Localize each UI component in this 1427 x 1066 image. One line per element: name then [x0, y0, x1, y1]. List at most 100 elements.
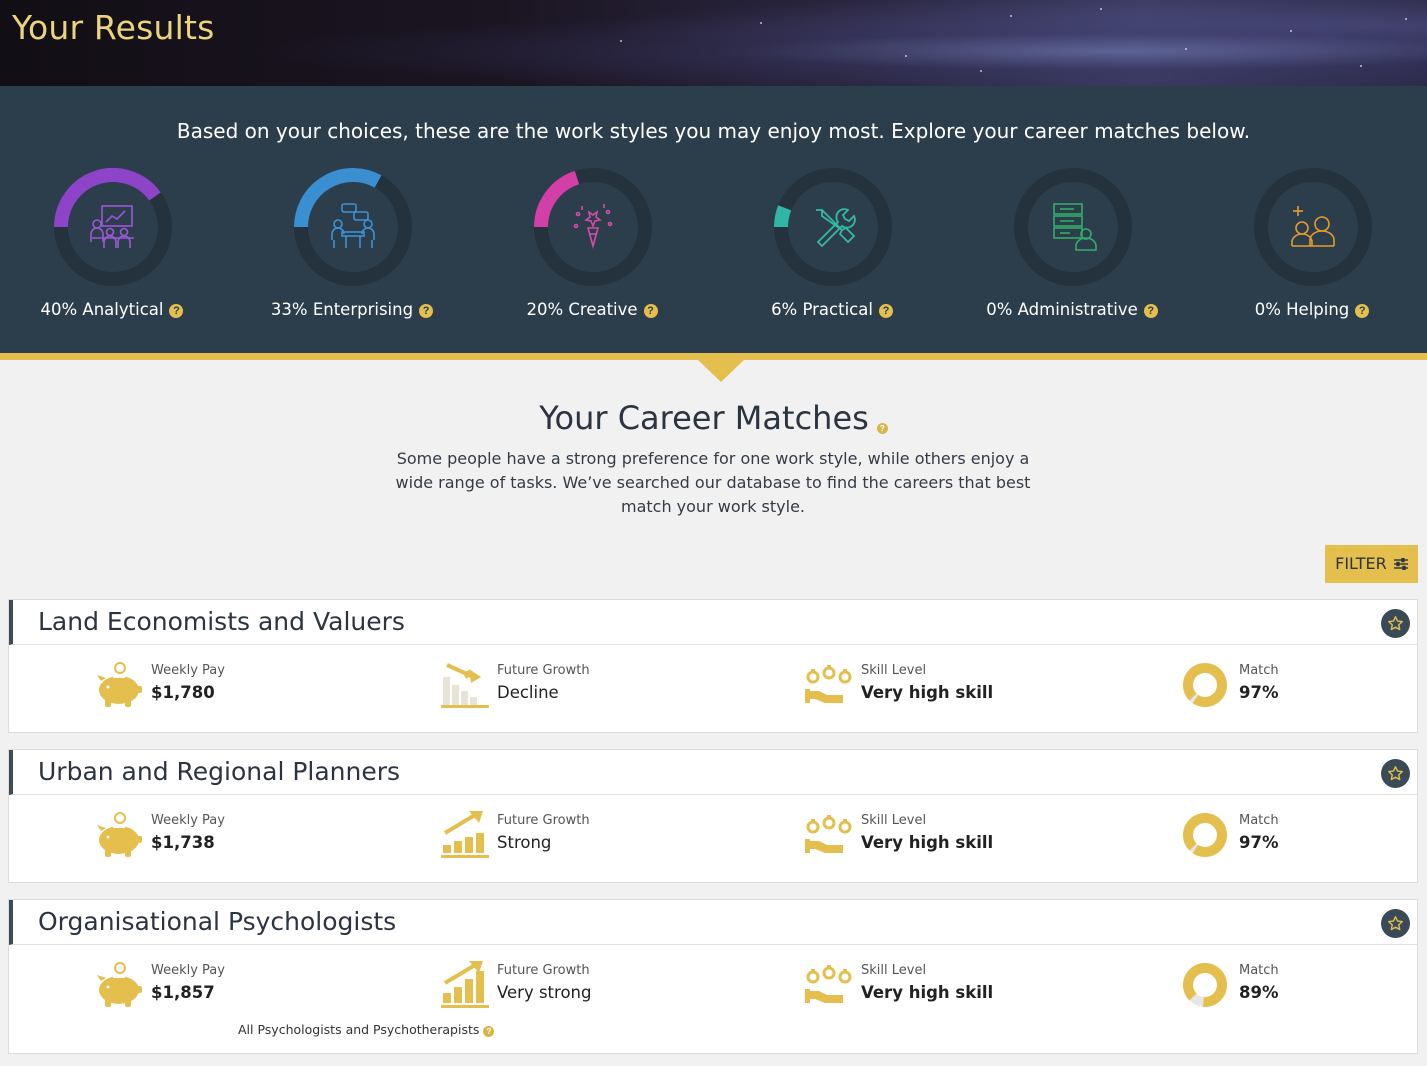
- growth-bar: [452, 685, 459, 705]
- skill-level-label: Skill Level: [861, 813, 927, 828]
- career-group-note: All Psychologists and Psychotherapists?: [238, 1022, 495, 1037]
- growth-chart-icon: [441, 811, 489, 858]
- skill-level-value: Very high skill: [861, 833, 994, 852]
- growth-bar: [465, 979, 473, 1003]
- growth-bar: [461, 691, 468, 705]
- match-value: 97%: [1239, 833, 1279, 852]
- weekly-pay-value: $1,857: [151, 983, 215, 1002]
- match-arc: [1183, 663, 1227, 707]
- match-donut: [1183, 813, 1227, 857]
- match-donut: [1183, 963, 1227, 1007]
- growth-bar: [443, 677, 450, 705]
- skill-level-label: Skill Level: [861, 663, 927, 678]
- match-value: 97%: [1239, 683, 1279, 702]
- work-style-label: 40% Analytical?: [0, 300, 232, 319]
- growth-bar: [476, 971, 484, 1003]
- skill-gears-icon: [805, 965, 852, 1003]
- help-icon[interactable]: ?: [483, 1026, 495, 1037]
- career-title[interactable]: Land Economists and Valuers: [38, 607, 405, 636]
- piggy-bank-icon: [97, 812, 142, 857]
- help-icon[interactable]: ?: [1143, 304, 1158, 318]
- growth-bar: [476, 833, 484, 853]
- help-icon[interactable]: ?: [419, 304, 434, 318]
- work-style-enterprising[interactable]: 33% Enterprising?: [232, 166, 472, 326]
- growth-bar: [465, 837, 473, 853]
- match-value: 89%: [1239, 983, 1279, 1002]
- weekly-pay-label: Weekly Pay: [151, 963, 225, 978]
- help-icon[interactable]: ?: [169, 304, 184, 318]
- growth-baseline: [441, 705, 489, 708]
- match-donut: [1183, 663, 1227, 707]
- career-card-header: Land Economists and Valuers: [9, 600, 1417, 645]
- piggy-bank-icon: [97, 662, 142, 707]
- help-icon[interactable]: ?: [1355, 304, 1370, 318]
- career-card-header: Organisational Psychologists: [9, 900, 1417, 945]
- growth-arrow: [446, 663, 474, 680]
- helping-icon: [1291, 206, 1335, 247]
- career-group-text: All Psychologists and Psychotherapists: [238, 1022, 480, 1037]
- work-style-label: 20% Creative?: [472, 300, 712, 319]
- work-style-label: 0% Administrative?: [952, 300, 1192, 319]
- work-style-analytical[interactable]: 40% Analytical?: [0, 166, 232, 326]
- career-title[interactable]: Urban and Regional Planners: [38, 757, 400, 786]
- future-growth-value: Strong: [497, 833, 552, 852]
- help-icon[interactable]: ?: [876, 423, 888, 434]
- practical-icon: [816, 208, 856, 248]
- career-matches-title: Your Career Matches?: [0, 399, 1427, 437]
- filter-label: FILTER: [1335, 554, 1387, 573]
- help-icon[interactable]: ?: [878, 304, 893, 318]
- career-card[interactable]: Land Economists and Valuers Weekly Pay $…: [8, 599, 1418, 733]
- work-style-label: 0% Helping?: [1192, 300, 1427, 319]
- work-style-helping[interactable]: 0% Helping?: [1192, 166, 1427, 326]
- skill-level-label: Skill Level: [861, 963, 927, 978]
- match-arc: [1183, 813, 1227, 857]
- star-icon: [1388, 616, 1403, 631]
- work-style-label: 33% Enterprising?: [232, 300, 472, 319]
- skill-level-value: Very high skill: [861, 683, 994, 702]
- match-arc: [1183, 963, 1227, 1007]
- future-growth-value: Very strong: [497, 983, 592, 1002]
- weekly-pay-label: Weekly Pay: [151, 813, 225, 828]
- favourite-button[interactable]: [1381, 609, 1410, 638]
- match-label: Match: [1239, 663, 1279, 678]
- work-style-practical[interactable]: 6% Practical?: [712, 166, 952, 326]
- results-banner: Your Results: [0, 0, 1427, 86]
- growth-arrow: [443, 813, 477, 835]
- future-growth-label: Future Growth: [497, 963, 590, 978]
- growth-bar: [470, 697, 477, 705]
- match-label: Match: [1239, 963, 1279, 978]
- help-icon[interactable]: ?: [643, 304, 658, 318]
- future-growth-label: Future Growth: [497, 663, 590, 678]
- future-growth-value: Decline: [497, 683, 559, 702]
- weekly-pay-value: $1,738: [151, 833, 215, 852]
- creative-icon: [573, 204, 613, 249]
- weekly-pay-value: $1,780: [151, 683, 215, 702]
- ring-arc: [774, 205, 792, 228]
- career-title[interactable]: Organisational Psychologists: [38, 907, 396, 936]
- work-style-ring: [1012, 166, 1134, 288]
- work-style-administrative[interactable]: 0% Administrative?: [952, 166, 1192, 326]
- growth-bar: [443, 845, 451, 853]
- star-icon: [1388, 766, 1403, 781]
- match-label: Match: [1239, 813, 1279, 828]
- analytical-icon: [90, 205, 134, 248]
- growth-bar: [454, 841, 462, 853]
- work-style-creative[interactable]: 20% Creative?: [472, 166, 712, 326]
- growth-chart-icon: [441, 961, 489, 1008]
- favourite-button[interactable]: [1381, 909, 1410, 938]
- growth-baseline: [441, 1005, 489, 1008]
- star-icon: [1388, 916, 1403, 931]
- piggy-bank-icon: [97, 962, 142, 1007]
- career-card[interactable]: Urban and Regional Planners Weekly Pay $…: [8, 749, 1418, 883]
- skill-gears-icon: [805, 815, 852, 853]
- growth-bar: [443, 993, 451, 1003]
- favourite-button[interactable]: [1381, 759, 1410, 788]
- work-style-ring: [292, 166, 414, 288]
- career-card[interactable]: Organisational Psychologists Weekly Pay …: [8, 899, 1418, 1054]
- filter-button[interactable]: FILTER: [1325, 545, 1418, 583]
- skill-gears-icon: [805, 665, 852, 703]
- growth-arrowhead: [469, 669, 481, 683]
- divider-pointer: [697, 359, 745, 382]
- work-style-ring: [52, 166, 174, 288]
- skill-level-value: Very high skill: [861, 983, 994, 1002]
